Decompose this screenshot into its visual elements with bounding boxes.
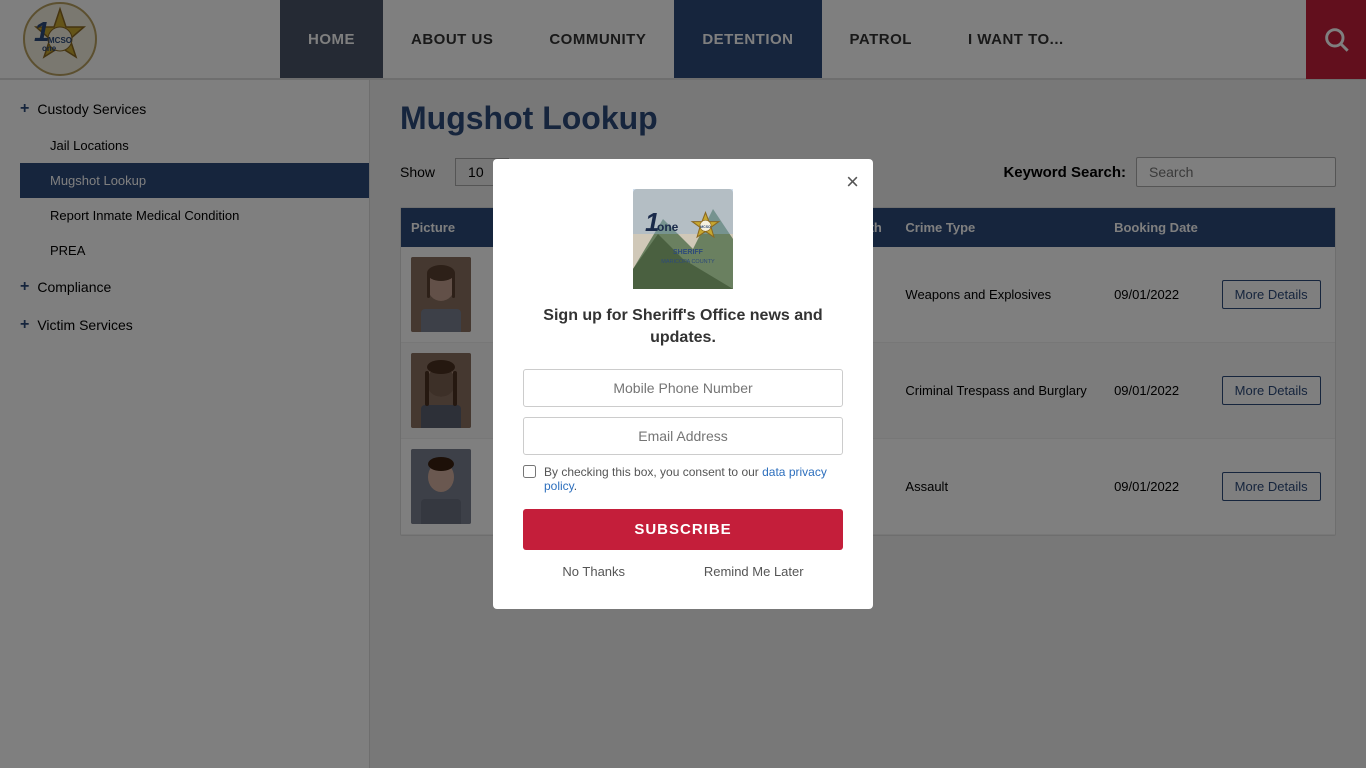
subscribe-modal: × 1 one MCSO SHERIFF MARICOP [493, 159, 873, 610]
modal-title: Sign up for Sheriff's Office news and up… [523, 305, 843, 350]
svg-text:SHERIFF: SHERIFF [673, 249, 704, 256]
svg-text:MCSO: MCSO [700, 225, 711, 229]
consent-text: By checking this box, you consent to our… [544, 465, 843, 493]
modal-close-button[interactable]: × [846, 169, 859, 195]
no-thanks-link[interactable]: No Thanks [562, 564, 625, 579]
modal-phone-input[interactable] [523, 369, 843, 407]
modal-email-input[interactable] [523, 417, 843, 455]
subscribe-button[interactable]: SUBSCRIBE [523, 509, 843, 550]
svg-text:MARICOPA COUNTY: MARICOPA COUNTY [661, 259, 715, 265]
modal-bottom-links: No Thanks Remind Me Later [523, 564, 843, 579]
modal-overlay[interactable]: × 1 one MCSO SHERIFF MARICOP [0, 0, 1366, 768]
svg-text:one: one [657, 220, 679, 234]
modal-consent-row: By checking this box, you consent to our… [523, 465, 843, 493]
consent-checkbox[interactable] [523, 465, 536, 478]
modal-logo: 1 one MCSO SHERIFF MARICOPA COUNTY [633, 189, 733, 289]
remind-later-link[interactable]: Remind Me Later [704, 564, 804, 579]
